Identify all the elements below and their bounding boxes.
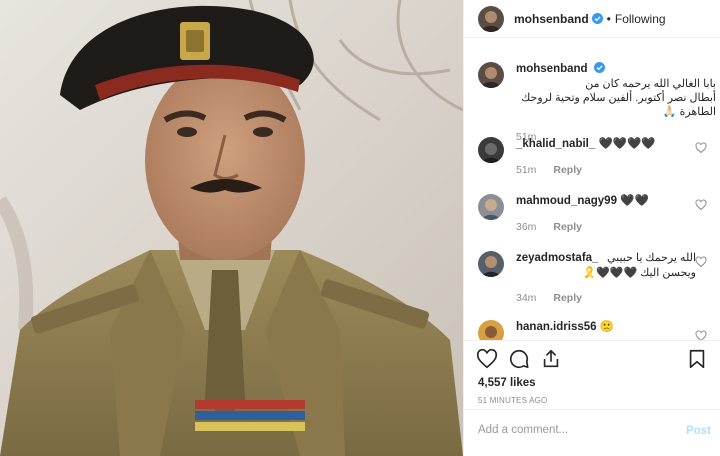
add-comment-bar: Post (464, 409, 720, 456)
post-side-panel: mohsenband • Following mohsenband بابا ا… (463, 0, 720, 456)
author-username[interactable]: mohsenband (514, 12, 589, 26)
heart-icon[interactable] (476, 348, 498, 370)
commenter-username[interactable]: zeyadmostafa_ (516, 251, 598, 266)
comment-like-heart-icon[interactable] (695, 199, 707, 211)
likes-count[interactable]: 4,557 likes (478, 377, 536, 389)
caption-text-line-3: الطاهرة 🙏🏻 (662, 106, 716, 118)
instagram-post: mohsenband • Following mohsenband بابا ا… (0, 0, 720, 456)
separator-dot: • (606, 11, 611, 26)
bookmark-icon[interactable] (686, 348, 708, 370)
commenter-avatar[interactable] (478, 194, 504, 220)
reply-button[interactable]: Reply (553, 221, 582, 233)
comment-text: 🙁 (599, 321, 615, 333)
caption-username[interactable]: mohsenband (516, 63, 588, 75)
commenter-username[interactable]: _khalid_nabil_ (516, 138, 595, 150)
verified-badge-icon (591, 13, 603, 24)
comment-like-heart-icon[interactable] (695, 142, 707, 154)
comment-like-heart-icon[interactable] (695, 256, 707, 268)
comment-time: 51m (516, 164, 537, 176)
reply-button[interactable]: Reply (553, 164, 582, 176)
share-icon[interactable] (540, 348, 562, 370)
post-header: mohsenband • Following (464, 0, 720, 38)
author-avatar[interactable] (478, 5, 504, 32)
caption-text-line-1: بابا الغالي الله يرحمه كان من (585, 78, 716, 90)
comment-bubble-icon[interactable] (508, 348, 530, 370)
commenter-username[interactable]: hanan.idriss56 (516, 321, 597, 333)
comments-list[interactable]: mohsenband بابا الغالي الله يرحمه كان من… (464, 38, 720, 340)
posted-time: 51 MINUTES AGO (478, 396, 548, 405)
post-photo[interactable] (0, 0, 463, 456)
comment-text-line-2: ويحسن اليك 🖤🖤🖤🎗️ (582, 267, 696, 279)
reply-button[interactable]: Reply (553, 292, 582, 304)
caption-text-line-2: أبطال نصر أكتوبر. ألفين سلام وتحية لروحك (521, 92, 716, 104)
comment-like-heart-icon[interactable] (695, 330, 707, 340)
comment-time: 36m (516, 221, 537, 233)
following-button[interactable]: Following (615, 12, 666, 26)
commenter-avatar[interactable] (478, 320, 504, 340)
add-comment-input[interactable] (478, 424, 668, 436)
comment-text-line-1: الله يرحمك يا حبيبي (606, 252, 696, 264)
comment-time: 34m (516, 292, 537, 304)
commenter-username[interactable]: mahmoud_nagy99 (516, 195, 617, 207)
commenter-avatar[interactable] (478, 251, 504, 277)
officer-portrait-image (0, 0, 463, 456)
comment-text: 🖤🖤 (620, 195, 649, 207)
comment-text: 🖤🖤🖤🖤 (598, 138, 656, 150)
caption-avatar[interactable] (478, 62, 504, 88)
post-comment-button[interactable]: Post (686, 425, 711, 437)
commenter-avatar[interactable] (478, 137, 504, 163)
verified-badge-icon (593, 62, 605, 73)
